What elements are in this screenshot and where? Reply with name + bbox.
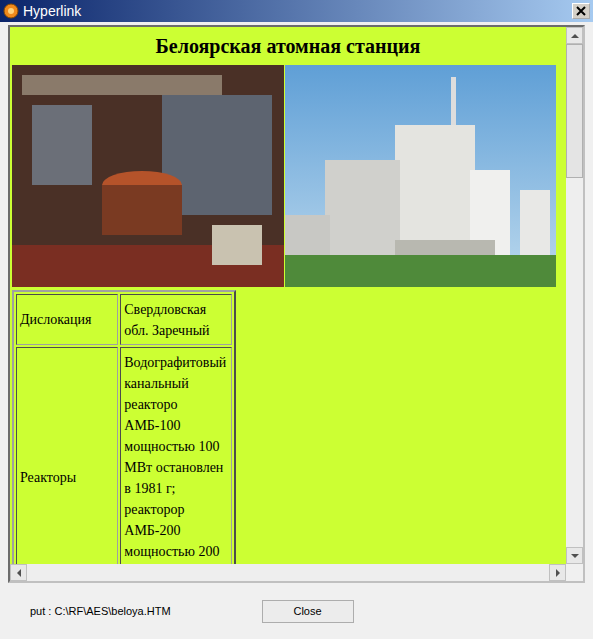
page-heading: Белоярская атомная станция (12, 33, 564, 59)
horizontal-scrollbar[interactable] (10, 564, 583, 581)
up-arrow-icon (571, 34, 579, 38)
close-icon (575, 5, 587, 17)
row-label: Дислокация (16, 294, 118, 345)
scroll-right-button[interactable] (549, 564, 566, 581)
bottom-bar: put : C:\RF\AES\beloya.HTMClose (0, 583, 593, 639)
table-row: РеакторыВодографитовый канальный реактор… (16, 347, 232, 564)
app-icon (3, 3, 19, 19)
table-row: ДислокацияСвердловская обл. Заречный (16, 294, 232, 345)
vertical-scrollbar[interactable] (566, 27, 583, 564)
file-path: put : C:\RF\AES\beloya.HTM (30, 605, 262, 617)
info-table: ДислокацияСвердловская обл. ЗаречныйРеак… (12, 290, 236, 564)
scroll-up-button[interactable] (566, 27, 583, 44)
down-arrow-icon (571, 554, 579, 558)
hyperlink-window: Hyperlink Белоярская атомная станция Дисло… (0, 0, 593, 639)
close-window-button[interactable] (572, 3, 590, 19)
reactor-hall-photo (12, 65, 284, 287)
close-button[interactable]: Close (262, 600, 354, 623)
title-bar: Hyperlink (0, 0, 593, 22)
right-arrow-icon (556, 569, 560, 577)
scroll-down-button[interactable] (566, 547, 583, 564)
page-viewport[interactable]: Белоярская атомная станция ДислокацияСвер… (10, 27, 566, 564)
vertical-scroll-thumb[interactable] (566, 44, 583, 178)
left-arrow-icon (17, 569, 21, 577)
window-title: Hyperlink (23, 3, 568, 19)
row-value: Водографитовый канальный реакторо АМБ-10… (120, 347, 232, 564)
row-label: Реакторы (16, 347, 118, 564)
row-value: Свердловская обл. Заречный (120, 294, 232, 345)
photo-row (12, 65, 564, 287)
browser-frame: Белоярская атомная станция ДислокацияСвер… (8, 25, 585, 583)
scroll-left-button[interactable] (10, 564, 27, 581)
plant-exterior-photo (285, 65, 556, 287)
